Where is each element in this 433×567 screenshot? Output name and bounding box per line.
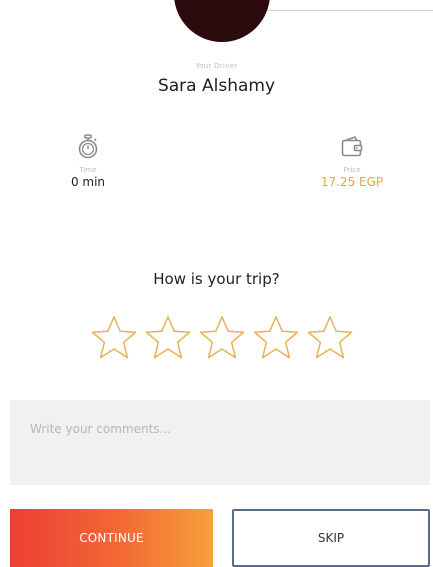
star-icon-3[interactable] [198,314,246,362]
trip-price-block: Price 17.25 EGP [292,134,412,189]
rating-question: How is your trip? [153,270,280,288]
driver-avatar [174,0,270,42]
star-icon-2[interactable] [144,314,192,362]
star-icon-5[interactable] [306,314,354,362]
stopwatch-icon [78,134,98,159]
trip-time-block: Time 0 min [28,134,148,189]
time-caption: Time [79,166,97,174]
wallet-icon [341,136,363,157]
price-caption: Price [343,166,361,174]
price-value: 17.25 EGP [320,175,384,189]
driver-name: Sara Alshamy [157,76,276,96]
continue-button[interactable]: CONTINUE [10,509,213,567]
skip-button[interactable]: SKIP [232,509,430,567]
rate-trip-screen: Your Driver Sara Alshamy Time 0 min Pric… [0,0,433,567]
star-icon-4[interactable] [252,314,300,362]
time-value: 0 min [70,175,106,189]
comments-input[interactable] [10,400,430,485]
star-icon-1[interactable] [90,314,138,362]
star-rating [90,314,354,364]
header-divider [268,10,433,11]
driver-caption: Your Driver [195,62,238,70]
